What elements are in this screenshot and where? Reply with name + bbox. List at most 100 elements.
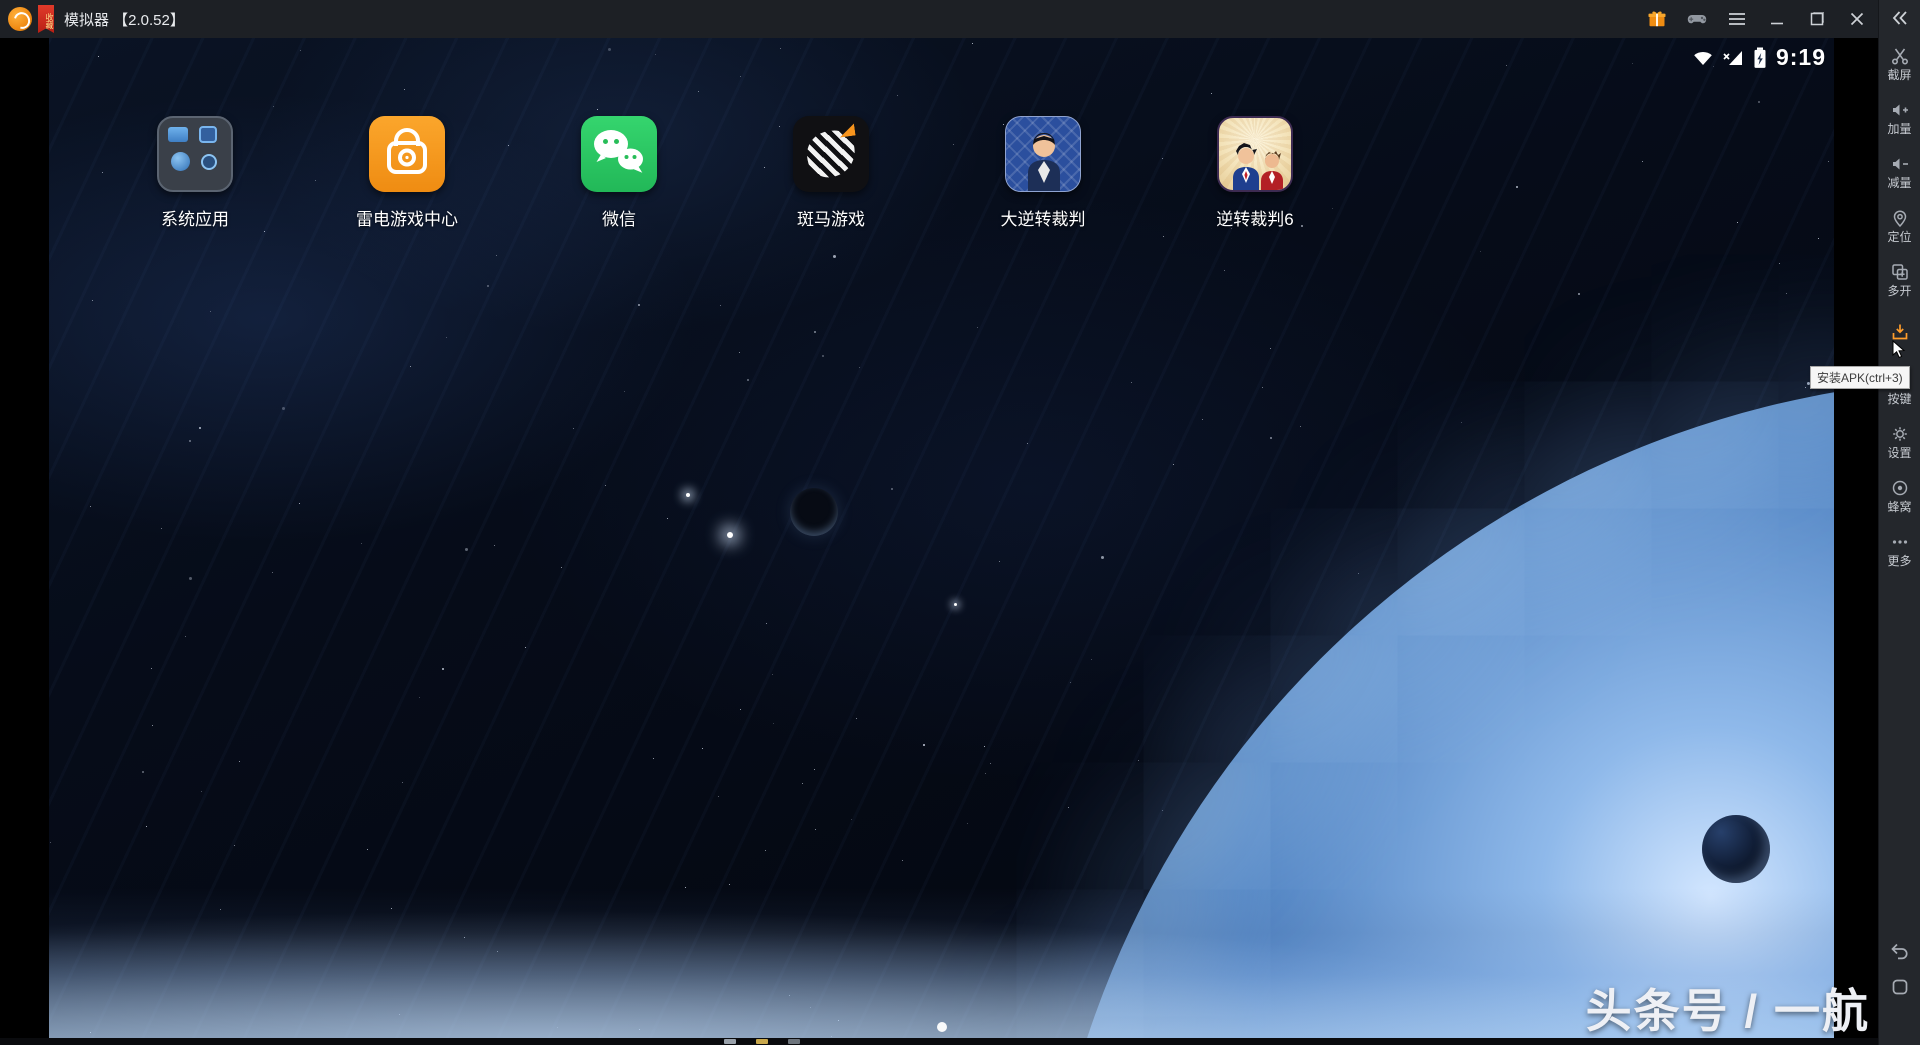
sidebar-item-honeycomb[interactable]: 蜂窝 [1879,468,1920,522]
system-apps-folder-icon [157,116,233,192]
star [465,548,468,551]
star [772,674,773,675]
mini-app-icon [199,126,217,143]
sidebar-item-location[interactable]: 定位 [1879,198,1920,252]
star [967,823,968,824]
close-button[interactable] [1842,4,1872,34]
sidebar-item-multi-instance[interactable]: 多开 [1879,252,1920,306]
home-button[interactable] [1890,977,1910,997]
star [814,331,816,333]
mini-app-icon [168,127,188,142]
taskbar-item [724,1039,736,1044]
star [729,884,730,885]
star [1163,236,1164,237]
sidebar-item-label: 加量 [1887,123,1911,135]
wallpaper: 9:19 系统应用 [49,38,1834,1038]
app-zebra-games[interactable]: 斑马游戏 [756,116,906,230]
gamepad-icon[interactable] [1682,4,1712,34]
sidebar-item-more[interactable]: 更多 [1879,522,1920,576]
maximize-button[interactable] [1802,4,1832,34]
back-button[interactable] [1889,941,1911,961]
star [367,849,368,850]
star [239,761,240,762]
star [977,327,978,328]
collapse-sidebar-icon[interactable] [1879,0,1920,36]
star [446,337,447,338]
star [299,503,300,504]
star [1262,387,1263,388]
star [1211,93,1212,94]
sidebar-item-label: 截屏 [1887,69,1911,81]
back-arrow-icon [1889,941,1911,961]
star [152,725,153,726]
app-system-folder[interactable]: 系统应用 [120,116,270,230]
emulator-display-area: 9:19 系统应用 [0,38,1878,1045]
star [833,255,836,258]
mini-app-icon [171,152,190,171]
zebra-graphic [804,128,858,180]
app-great-ace-attorney[interactable]: 大逆转裁判 [968,116,1118,230]
ace-attorney-6-icon [1217,116,1293,192]
menu-icon[interactable] [1722,4,1752,34]
battery-charging-icon [1751,46,1769,70]
ellipsis-icon [1890,532,1910,552]
app-wechat[interactable]: 微信 [544,116,694,230]
taskbar-item [756,1039,768,1044]
home-icon [1890,977,1910,997]
star [667,518,668,519]
dark-moon [790,488,838,536]
star [718,796,719,797]
star [90,506,91,507]
star [740,76,741,77]
star [98,56,99,57]
star [1138,760,1139,761]
star [822,355,824,357]
star [891,488,893,490]
taskbar-item [788,1039,800,1044]
app-grid: 系统应用 雷电游戏中心 [120,116,1330,230]
gear-icon [1890,424,1910,444]
window-titlebar: 收藏 模拟器 【2.0.52】 [0,0,1878,38]
star [638,304,640,306]
star [1516,186,1518,188]
star [1131,382,1132,383]
star [300,50,301,51]
watermark-text: 头条号 / 一航 [1586,975,1870,1041]
star [1300,426,1301,427]
minimize-button[interactable] [1762,4,1792,34]
sidebar-item-volume-up[interactable]: 加量 [1879,90,1920,144]
sidebar-item-label: 减量 [1887,177,1911,189]
star [1758,101,1760,103]
star [802,783,803,784]
app-label: 斑马游戏 [797,205,865,230]
volume-down-icon [1890,154,1910,174]
star [1101,556,1104,559]
bright-star [727,532,733,538]
star [1578,293,1580,295]
star [496,255,497,256]
star [146,826,147,827]
sidebar-item-volume-down[interactable]: 减量 [1879,144,1920,198]
star [990,763,991,764]
star [410,366,411,367]
sidebar-item-label: 设置 [1887,447,1911,459]
bright-star [954,603,957,606]
star [1224,270,1225,271]
star [856,718,857,719]
star [1828,161,1829,162]
app-ld-game-center[interactable]: 雷电游戏中心 [332,116,482,230]
app-ace-attorney-6[interactable]: 逆转裁判6 [1180,116,1330,230]
multi-instance-icon [1890,262,1910,282]
mouse-cursor [1892,340,1908,360]
star [189,577,192,580]
star [1786,293,1787,294]
star [361,543,362,544]
star [151,668,152,669]
star [1270,348,1271,349]
sidebar-item-screenshot[interactable]: 截屏 [1879,36,1920,90]
sidebar-item-settings[interactable]: 设置 [1879,414,1920,468]
gift-icon[interactable] [1642,4,1672,34]
star [487,285,489,287]
star [655,54,656,55]
android-status-bar: 9:19 [1691,44,1826,71]
